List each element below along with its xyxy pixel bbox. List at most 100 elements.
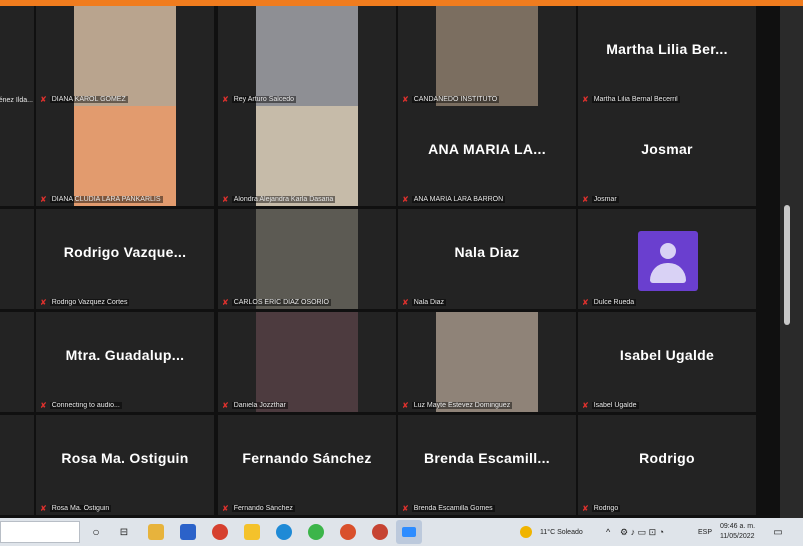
muted-mic-icon: ✘ xyxy=(402,504,409,513)
participant-name-label: ✘ DIANA KAROL GOMEZ xyxy=(40,95,128,104)
participant-label-text: Isabel Ugalde xyxy=(591,402,639,409)
participant-label-text: DIANA KAROL GOMEZ xyxy=(49,96,128,103)
participant-video xyxy=(256,106,358,206)
participant-tile[interactable]: Brenda Escamill... ✘ Brenda Escamilla Gome… xyxy=(398,415,576,515)
muted-mic-icon: ✘ xyxy=(582,95,589,104)
participant-display-name: Mtra. Guadalup... xyxy=(65,347,185,363)
participant-name-label: ✘ Rodrigo xyxy=(582,504,621,513)
clock-time[interactable]: 09:46 a. m. xyxy=(720,523,755,530)
edge-icon[interactable] xyxy=(276,524,292,540)
taskbar-search-box[interactable] xyxy=(0,521,80,543)
participant-tile[interactable]: ✘ Alondra Alejandra Karla Dasaria xyxy=(218,106,396,206)
participant-tile[interactable]: Rodrigo Vazque... ✘ Rodrigo Vazquez Cortes xyxy=(36,209,214,309)
participant-tile[interactable]: Josmar ✘ Josmar xyxy=(578,106,756,206)
zoom-app-icon[interactable] xyxy=(396,520,422,544)
participant-tile[interactable]: ✘ CARLOS ERIC DIAZ OSORIO xyxy=(218,209,396,309)
participant-tile[interactable]: ✘ Daniela Jozzthar xyxy=(218,312,396,412)
tray-chevron-icon[interactable]: ^ xyxy=(606,527,610,537)
participant-name-label: ✘ Dulce Rueda xyxy=(582,298,637,307)
notifications-icon[interactable]: ▭ xyxy=(770,524,786,540)
muted-mic-icon: ✘ xyxy=(222,298,229,307)
profile-avatar-icon xyxy=(638,231,698,291)
participant-tile[interactable]: ✘ CANDANEDO INSTITUTO xyxy=(398,6,576,106)
participant-label-text: Dulce Rueda xyxy=(591,299,637,306)
chrome-icon[interactable] xyxy=(212,524,228,540)
participant-video xyxy=(74,6,176,106)
search-icon[interactable]: ○ xyxy=(88,524,104,540)
participant-name-label: ✘ CANDANEDO INSTITUTO xyxy=(402,95,500,104)
participant-display-name: Brenda Escamill... xyxy=(423,450,550,466)
participant-display-name: Nala Diaz xyxy=(454,244,520,260)
participant-display-name: Rosa Ma. Ostiguin xyxy=(61,450,189,466)
partial-participant-tile[interactable] xyxy=(0,209,34,309)
participant-tile[interactable]: ✘ DIANA KAROL GOMEZ xyxy=(36,6,214,106)
muted-mic-icon: ✘ xyxy=(40,195,47,204)
participant-tile[interactable]: Rodrigo ✘ Rodrigo xyxy=(578,415,756,515)
participant-tile[interactable]: Rosa Ma. Ostiguin ✘ Rosa Ma. Ostiguin xyxy=(36,415,214,515)
participant-label-text: Rey Arturo Salcedo xyxy=(231,96,297,103)
muted-mic-icon: ✘ xyxy=(402,401,409,410)
participant-tile[interactable]: Fernando Sánchez ✘ Fernando Sánchez xyxy=(218,415,396,515)
participant-tile[interactable]: ✘ Luz Mayte Estevez Dominguez xyxy=(398,312,576,412)
participant-label-text: Fernando Sánchez xyxy=(231,505,295,512)
participant-video xyxy=(256,209,358,309)
participant-name-label: ✘ Luz Mayte Estevez Dominguez xyxy=(402,401,513,410)
participant-video xyxy=(256,6,358,106)
participant-label-text: Rodrigo Vazquez Cortes xyxy=(49,299,130,306)
language-indicator[interactable]: ESP xyxy=(698,529,712,536)
participant-name-label: ✘ Connecting to audio... xyxy=(40,401,122,410)
muted-mic-icon: ✘ xyxy=(222,504,229,513)
participant-display-name: Fernando Sánchez xyxy=(242,450,372,466)
partial-participant-tile[interactable]: Jiménez Ilda... xyxy=(0,6,34,106)
scrollbar-thumb[interactable] xyxy=(784,205,790,325)
participant-label-text: Rosa Ma. Ostiguin xyxy=(49,505,112,512)
browser-icon[interactable] xyxy=(340,524,356,540)
file-explorer-icon[interactable] xyxy=(148,524,164,540)
muted-mic-icon: ✘ xyxy=(582,195,589,204)
participant-label-text: Josmar xyxy=(591,196,619,203)
muted-mic-icon: ✘ xyxy=(402,95,409,104)
participant-name-label: ✘ DIANA CLUDIA LARA PANKARLIS xyxy=(40,195,163,204)
participant-tile[interactable]: ✘ Dulce Rueda xyxy=(578,209,756,309)
participant-label-text: Luz Mayte Estevez Dominguez xyxy=(411,402,513,409)
participant-tile[interactable]: Nala Diaz ✘ Nala Diaz xyxy=(398,209,576,309)
participant-label-text: Connecting to audio... xyxy=(49,402,122,409)
participant-label-text: Rodrigo xyxy=(591,505,621,512)
muted-mic-icon: ✘ xyxy=(402,195,409,204)
participant-name-label: ✘ Rodrigo Vazquez Cortes xyxy=(40,298,130,307)
participant-display-name: Martha Lilia Ber... xyxy=(606,41,728,57)
participant-tile[interactable]: ✘ DIANA CLUDIA LARA PANKARLIS xyxy=(36,106,214,206)
participant-display-name: ANA MARIA LA... xyxy=(428,141,546,157)
participant-name-label: ✘ Daniela Jozzthar xyxy=(222,401,288,410)
store-icon[interactable] xyxy=(180,524,196,540)
muted-mic-icon: ✘ xyxy=(582,298,589,307)
partial-participant-tile[interactable] xyxy=(0,415,34,515)
participant-video xyxy=(436,6,538,106)
sticky-notes-icon[interactable] xyxy=(244,524,260,540)
clock-date[interactable]: 11/05/2022 xyxy=(720,533,755,540)
participant-display-name: Isabel Ugalde xyxy=(619,347,715,363)
muted-mic-icon: ✘ xyxy=(40,298,47,307)
partial-participant-tile[interactable] xyxy=(0,106,34,206)
participant-video xyxy=(74,106,176,206)
video-gallery: ✘ DIANA KAROL GOMEZ ✘ Rey Arturo Salcedo ✘ CA… xyxy=(0,6,780,518)
participant-name-label: ✘ Alondra Alejandra Karla Dasaria xyxy=(222,195,336,204)
chrome-app-icon[interactable] xyxy=(372,524,388,540)
partial-participant-tile[interactable] xyxy=(0,312,34,412)
muted-mic-icon: ✘ xyxy=(582,504,589,513)
participant-name-label: ✘ Josmar xyxy=(582,195,619,204)
participant-label-text: Daniela Jozzthar xyxy=(231,402,288,409)
chrome-profile-icon[interactable] xyxy=(308,524,324,540)
muted-mic-icon: ✘ xyxy=(222,95,229,104)
weather-text[interactable]: 11°C Soleado xyxy=(540,529,583,536)
participant-label-text: CARLOS ERIC DIAZ OSORIO xyxy=(231,299,331,306)
participant-tile[interactable]: Martha Lilia Ber... ✘ Martha Lilia Bernal … xyxy=(578,6,756,106)
task-view-icon[interactable]: ⊟ xyxy=(116,524,132,540)
participant-label-text: ANA MARIA LARA BARRON xyxy=(411,196,506,203)
participant-name-label: ✘ Brenda Escamilla Gomes xyxy=(402,504,495,513)
participant-tile[interactable]: Isabel Ugalde ✘ Isabel Ugalde xyxy=(578,312,756,412)
participant-tile[interactable]: ANA MARIA LA... ✘ ANA MARIA LARA BARRON xyxy=(398,106,576,206)
participant-tile[interactable]: ✘ Rey Arturo Salcedo xyxy=(218,6,396,106)
participant-tile[interactable]: Mtra. Guadalup... ✘ Connecting to audio... xyxy=(36,312,214,412)
tray-icons[interactable]: ⚙ ♪ ▭ ⊡ ◔ xyxy=(620,527,664,538)
